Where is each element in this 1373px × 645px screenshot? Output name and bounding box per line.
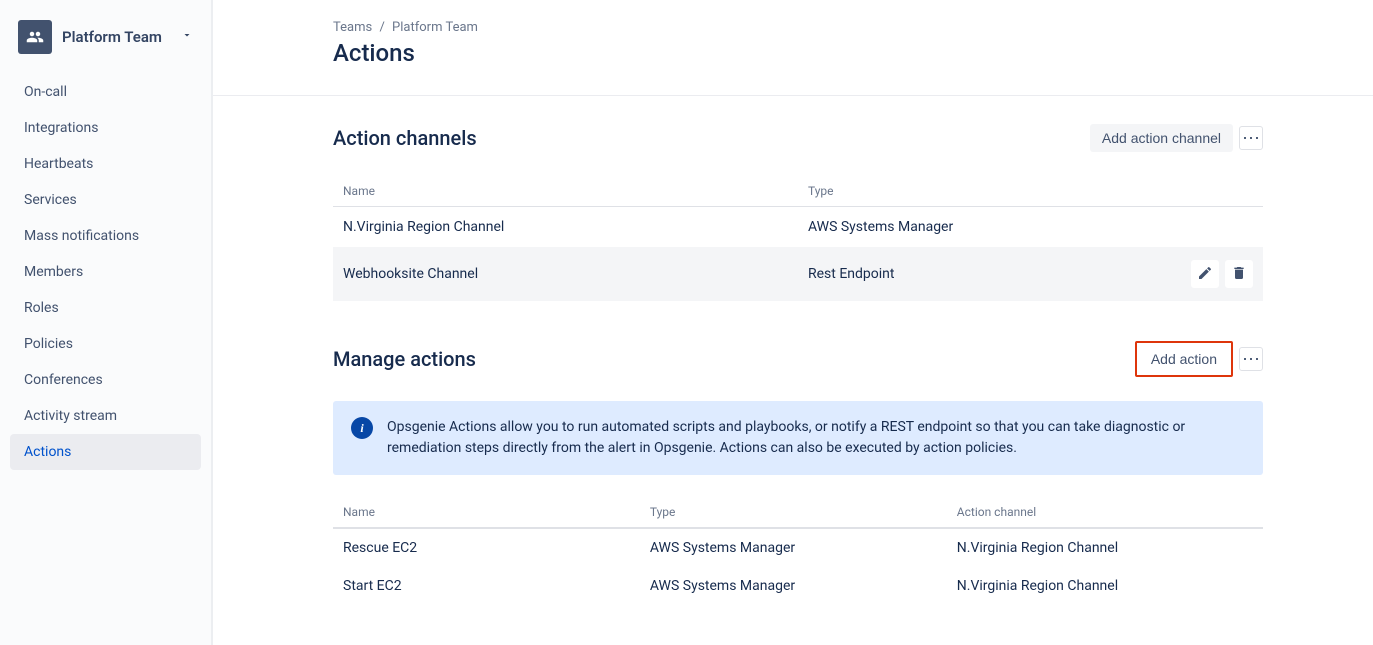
team-selector[interactable]: Platform Team bbox=[0, 20, 211, 74]
column-header-name: Name bbox=[333, 497, 640, 528]
breadcrumb-separator: / bbox=[379, 20, 384, 35]
table-row[interactable]: N.Virginia Region Channel AWS Systems Ma… bbox=[333, 207, 1263, 248]
sidebar-item-mass-notifications[interactable]: Mass notifications bbox=[10, 218, 201, 254]
table-row[interactable]: Rescue EC2 AWS Systems Manager N.Virgini… bbox=[333, 528, 1263, 567]
trash-icon bbox=[1231, 265, 1247, 284]
channels-table: Name Type N.Virginia Region Channel AWS … bbox=[333, 176, 1263, 301]
section-title-actions: Manage actions bbox=[333, 347, 476, 371]
team-icon bbox=[18, 20, 52, 54]
column-header-channel: Action channel bbox=[947, 497, 1263, 528]
action-channel: N.Virginia Region Channel bbox=[947, 567, 1263, 605]
add-action-button[interactable]: Add action bbox=[1139, 347, 1229, 371]
action-type: AWS Systems Manager bbox=[640, 528, 947, 567]
info-icon: i bbox=[351, 417, 373, 439]
chevron-down-icon bbox=[181, 29, 193, 45]
breadcrumb-current[interactable]: Platform Team bbox=[392, 20, 478, 35]
column-header-name: Name bbox=[333, 176, 798, 207]
action-channel: N.Virginia Region Channel bbox=[947, 528, 1263, 567]
channel-name: N.Virginia Region Channel bbox=[333, 207, 798, 248]
info-text: Opsgenie Actions allow you to run automa… bbox=[387, 417, 1245, 459]
page-title: Actions bbox=[333, 39, 1263, 67]
action-name: Rescue EC2 bbox=[333, 528, 640, 567]
sidebar-item-members[interactable]: Members bbox=[10, 254, 201, 290]
table-row[interactable]: Webhooksite Channel Rest Endpoint bbox=[333, 248, 1263, 301]
sidebar-item-heartbeats[interactable]: Heartbeats bbox=[10, 146, 201, 182]
pencil-icon bbox=[1197, 265, 1213, 284]
breadcrumb-root[interactable]: Teams bbox=[333, 20, 372, 35]
highlight-add-action: Add action bbox=[1135, 341, 1233, 377]
channel-type: AWS Systems Manager bbox=[798, 207, 1173, 248]
action-name: Start EC2 bbox=[333, 567, 640, 605]
channel-type: Rest Endpoint bbox=[798, 248, 1173, 301]
sidebar-item-services[interactable]: Services bbox=[10, 182, 201, 218]
more-options-button[interactable]: ⋯ bbox=[1239, 126, 1263, 150]
sidebar-item-integrations[interactable]: Integrations bbox=[10, 110, 201, 146]
team-name: Platform Team bbox=[62, 28, 171, 46]
action-type: AWS Systems Manager bbox=[640, 567, 947, 605]
actions-table: Name Type Action channel Rescue EC2 AWS … bbox=[333, 497, 1263, 605]
sidebar-item-on-call[interactable]: On-call bbox=[10, 74, 201, 110]
sidebar-item-activity-stream[interactable]: Activity stream bbox=[10, 398, 201, 434]
nav-list: On-call Integrations Heartbeats Services… bbox=[0, 74, 211, 470]
sidebar: Platform Team On-call Integrations Heart… bbox=[0, 0, 213, 645]
divider bbox=[213, 95, 1373, 96]
section-title-channels: Action channels bbox=[333, 126, 477, 150]
breadcrumb: Teams / Platform Team bbox=[333, 20, 1263, 35]
channel-name: Webhooksite Channel bbox=[333, 248, 798, 301]
sidebar-item-policies[interactable]: Policies bbox=[10, 326, 201, 362]
info-banner: i Opsgenie Actions allow you to run auto… bbox=[333, 401, 1263, 475]
action-channels-section: Action channels Add action channel ⋯ Nam… bbox=[333, 124, 1263, 301]
add-action-channel-button[interactable]: Add action channel bbox=[1090, 124, 1233, 152]
sidebar-item-roles[interactable]: Roles bbox=[10, 290, 201, 326]
main-content: Teams / Platform Team Actions Action cha… bbox=[213, 0, 1373, 645]
sidebar-item-actions[interactable]: Actions bbox=[10, 434, 201, 470]
manage-actions-section: Manage actions Add action ⋯ i Opsgenie A… bbox=[333, 341, 1263, 605]
more-options-button[interactable]: ⋯ bbox=[1239, 347, 1263, 371]
edit-button[interactable] bbox=[1191, 260, 1219, 288]
delete-button[interactable] bbox=[1225, 260, 1253, 288]
column-header-type: Type bbox=[640, 497, 947, 528]
column-header-type: Type bbox=[798, 176, 1173, 207]
table-row[interactable]: Start EC2 AWS Systems Manager N.Virginia… bbox=[333, 567, 1263, 605]
sidebar-item-conferences[interactable]: Conferences bbox=[10, 362, 201, 398]
